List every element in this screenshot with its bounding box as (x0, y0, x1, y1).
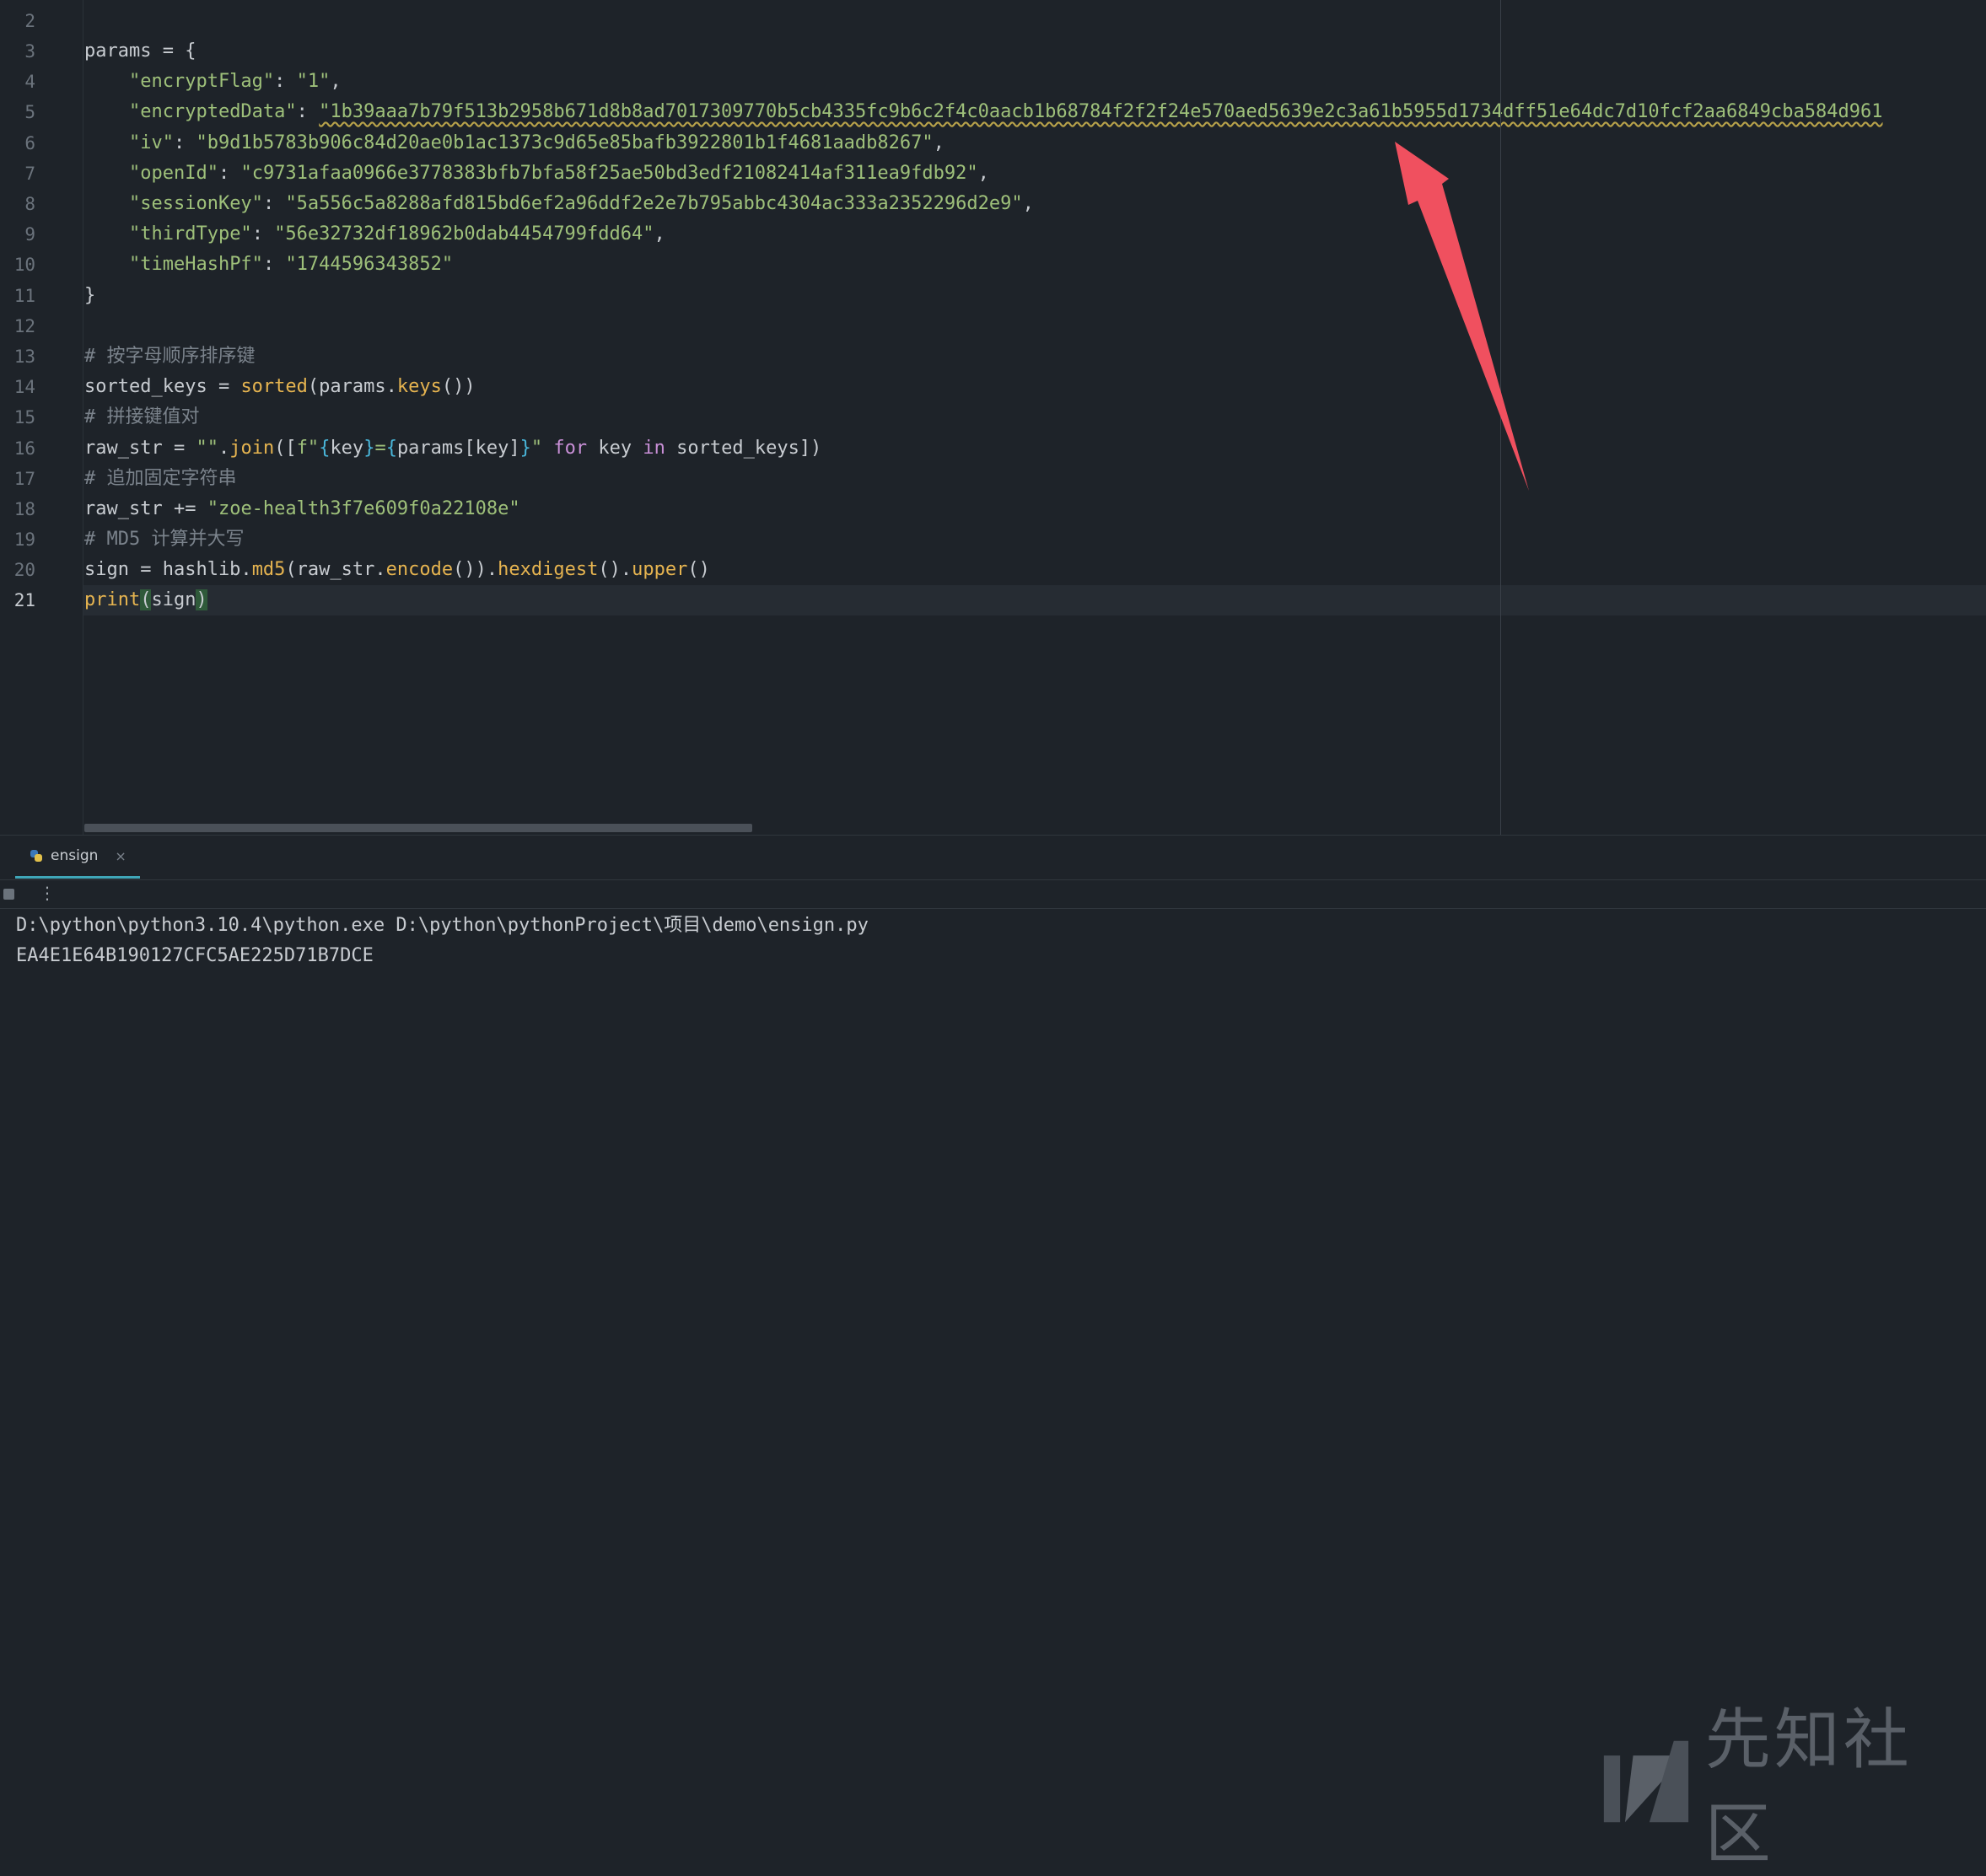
line-number-gutter: 2 3 4 5 6 7 8 9 10 11 12 13 14 15 16 17 … (0, 0, 83, 835)
watermark: 先知社区 (1601, 1702, 1972, 1873)
line-number: 13 (13, 347, 35, 367)
annotation-arrow-shape (1395, 142, 1529, 491)
code-line: raw_str = "".join([f"{key}={params[key]}… (84, 438, 822, 459)
run-tab-bar: ensign × (0, 836, 1986, 880)
line-number: 7 (24, 164, 35, 184)
code-comment: # 拼接键值对 (84, 406, 200, 427)
dict-value: "b9d1b5783b906c84d20ae0b1ac1373c9d65e85b… (196, 132, 934, 153)
dict-value: "1744596343852" (285, 254, 454, 275)
dict-key: "openId" (128, 163, 218, 184)
line-number: 14 (13, 377, 35, 397)
code-line: # 拼接键值对 (84, 402, 200, 433)
code-line: "timeHashPf": "1744596343852" (128, 254, 454, 275)
line-number: 18 (13, 499, 35, 519)
code-line-current: print(sign) (84, 589, 207, 610)
line-number: 5 (24, 102, 35, 122)
params-assign: params = { (84, 40, 196, 62)
line-number: 19 (13, 529, 35, 550)
line-number: 12 (13, 316, 35, 336)
code-editor[interactable]: 2 3 4 5 6 7 8 9 10 11 12 13 14 15 16 17 … (0, 0, 1986, 835)
dict-value: "c9731afaa0966e3778383bfb7bfa58f25ae50bd… (240, 163, 978, 184)
run-toolbar: ⋮ (0, 879, 1986, 909)
dict-key: "timeHashPf" (128, 254, 263, 275)
close-icon[interactable]: × (115, 848, 126, 864)
console-output-line: EA4E1E64B190127CFC5AE225D71B7DCE (16, 945, 374, 966)
line-number: 9 (24, 224, 35, 245)
more-options-icon[interactable]: ⋮ (39, 883, 56, 903)
code-line: "sessionKey": "5a556c5a8288afd815bd6ef2a… (128, 193, 1034, 214)
line-number: 6 (24, 133, 35, 153)
code-line: "encryptedData": "1b39aaa7b79f513b2958b6… (128, 101, 1883, 122)
line-number: 8 (24, 194, 35, 214)
dict-key: "thirdType" (128, 223, 252, 245)
horizontal-scrollbar[interactable] (84, 824, 752, 832)
run-panel: ensign × ⋮ D:\python\python3.10.4\python… (0, 835, 1986, 1873)
run-tab-label: ensign (51, 847, 99, 864)
encrypted-data-value: "1b39aaa7b79f513b2958b671d8b8ad701730977… (319, 101, 1883, 122)
watermark-logo-icon (1603, 1740, 1689, 1823)
code-comment: # 追加固定字符串 (84, 468, 237, 489)
watermark-text: 先知社区 (1704, 1702, 1913, 1873)
dict-key: "sessionKey" (128, 193, 263, 214)
line-number: 4 (24, 72, 35, 92)
line-number: 16 (13, 438, 35, 459)
line-number-current: 21 (13, 590, 35, 610)
current-line-highlight (0, 585, 1986, 615)
code-line: # 追加固定字符串 (84, 464, 237, 494)
code-line: "thirdType": "56e32732df18962b0dab445479… (128, 223, 665, 245)
dict-key: "encryptFlag" (128, 71, 275, 92)
stop-icon[interactable] (3, 889, 14, 900)
code-line: "encryptFlag": "1", (128, 71, 342, 92)
line-number: 3 (24, 41, 35, 62)
code-line: sorted_keys = sorted(params.keys()) (84, 376, 476, 397)
python-file-icon (30, 850, 42, 862)
dict-value: "5a556c5a8288afd815bd6ef2a96ddf2e2e7b795… (285, 193, 1023, 214)
dict-key: "encryptedData" (128, 101, 297, 122)
right-margin-guide (1500, 0, 1501, 835)
dict-value: "1" (296, 71, 331, 92)
console-command-line: D:\python\python3.10.4\python.exe D:\pyt… (16, 915, 869, 936)
dict-close: } (84, 285, 96, 306)
code-line: # 按字母顺序排序键 (84, 341, 256, 372)
line-number: 2 (24, 11, 35, 31)
code-line: # MD5 计算并大写 (84, 524, 244, 555)
code-line: "openId": "c9731afaa0966e3778383bfb7bfa5… (128, 163, 989, 184)
line-number: 20 (13, 560, 35, 580)
string-literal: "zoe-health3f7e609f0a22108e" (207, 498, 520, 519)
code-line: params = { (84, 36, 196, 67)
code-comment: # 按字母顺序排序键 (84, 346, 256, 367)
dict-key: "iv" (128, 132, 174, 153)
line-number: 17 (13, 469, 35, 489)
line-number: 10 (13, 255, 35, 275)
code-line: } (84, 281, 95, 311)
dict-value: "56e32732df18962b0dab4454799fdd64" (274, 223, 654, 245)
line-number: 11 (13, 286, 35, 306)
code-line: sign = hashlib.md5(raw_str.encode()).hex… (84, 559, 710, 580)
run-tab-ensign[interactable]: ensign × (15, 836, 140, 879)
code-line: raw_str += "zoe-health3f7e609f0a22108e" (84, 498, 520, 519)
line-number: 15 (13, 407, 35, 427)
code-comment: # MD5 计算并大写 (84, 529, 245, 550)
code-line: "iv": "b9d1b5783b906c84d20ae0b1ac1373c9d… (128, 132, 945, 153)
